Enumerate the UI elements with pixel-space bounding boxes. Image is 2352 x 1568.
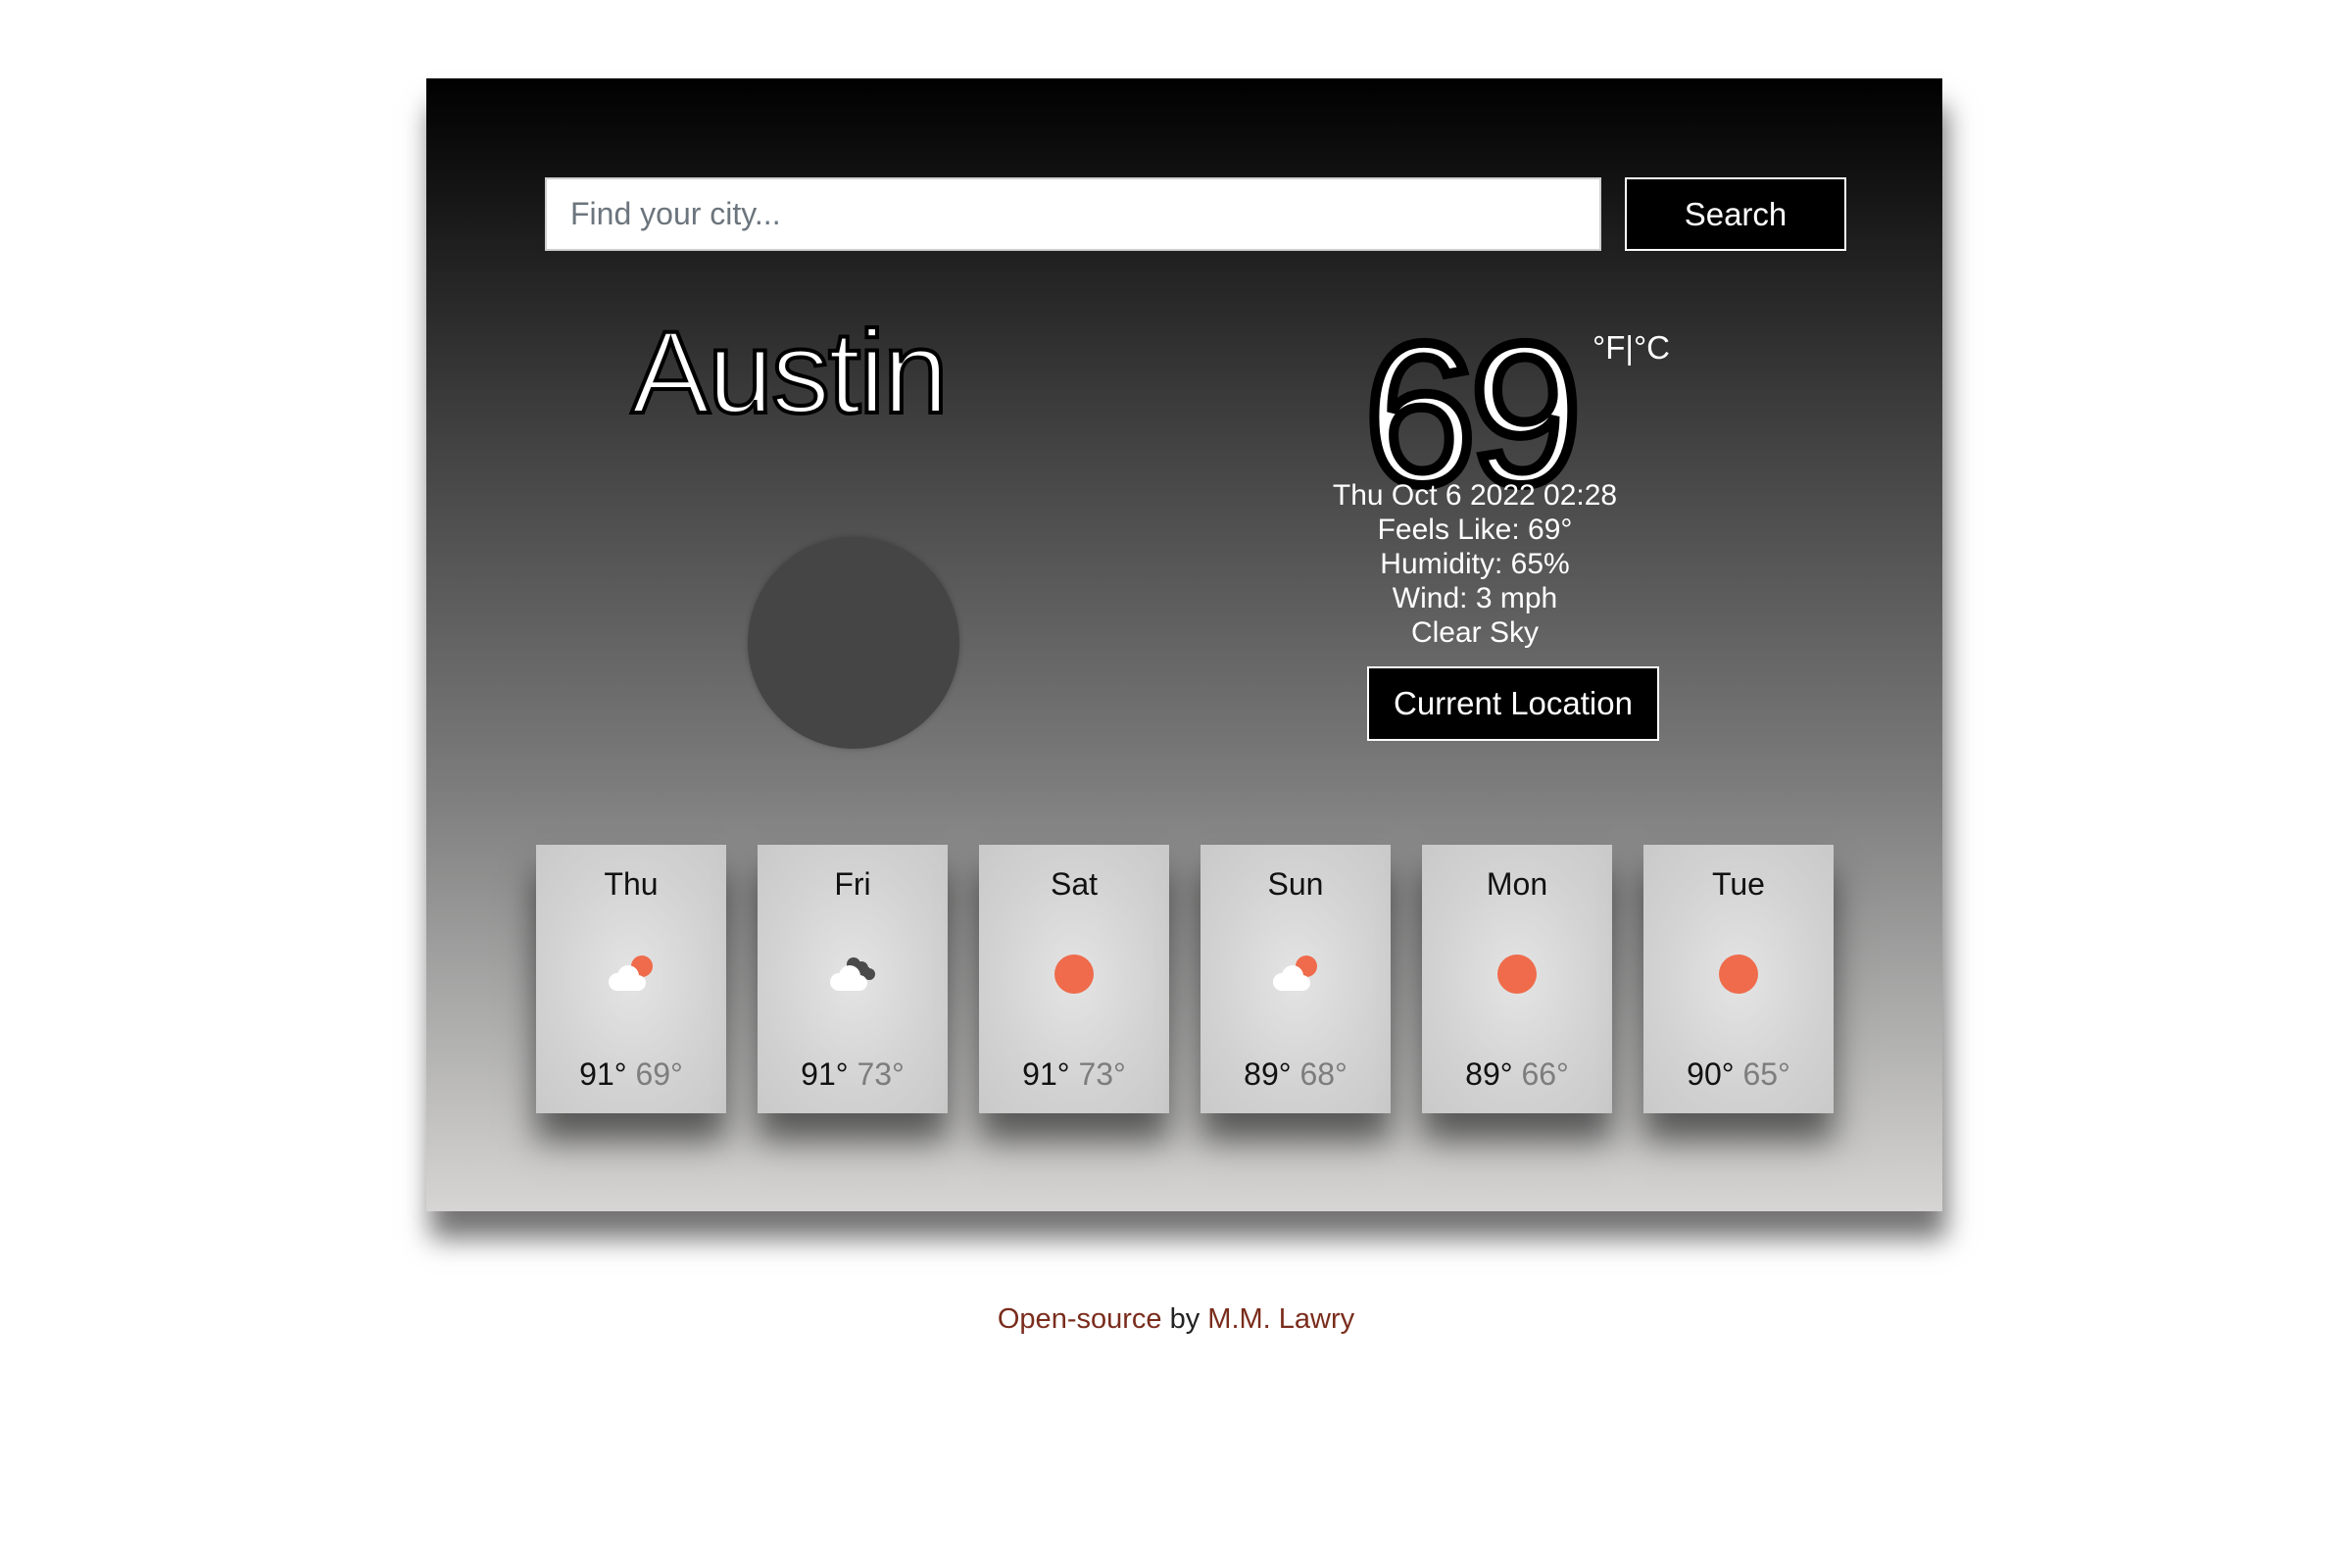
forecast-max: 91° (801, 1056, 849, 1092)
weather-icon-placeholder (748, 537, 959, 749)
celsius-link[interactable]: °C (1634, 329, 1670, 366)
forecast-card: Mon 89° 66° (1422, 845, 1612, 1113)
forecast-row: Thu 91° 69° Fri 91° 73° Sat 91° 73° Sun … (536, 845, 1834, 1113)
few-clouds-day-icon (609, 956, 653, 991)
forecast-min: 73° (857, 1056, 905, 1092)
forecast-card: Sat 91° 73° (979, 845, 1169, 1113)
forecast-min: 68° (1299, 1056, 1348, 1092)
forecast-temps: 89° 66° (1422, 1056, 1612, 1093)
weather-app-card: Search Austin 69 °F|°C Thu Oct 6 2022 02… (426, 78, 1942, 1211)
few-clouds-day-icon (1273, 956, 1317, 991)
forecast-temps: 89° 68° (1200, 1056, 1391, 1093)
unit-separator: | (1625, 329, 1634, 366)
city-name: Austin (629, 307, 951, 438)
current-location-button[interactable]: Current Location (1367, 666, 1659, 741)
forecast-min: 69° (635, 1056, 683, 1092)
fahrenheit-link[interactable]: °F (1592, 329, 1625, 366)
clear-sky-sun-icon (1719, 955, 1758, 994)
forecast-card: Sun 89° 68° (1200, 845, 1391, 1113)
forecast-temps: 91° 73° (979, 1056, 1169, 1093)
clear-sky-sun-icon (1054, 955, 1094, 994)
broken-clouds-icon (830, 957, 875, 991)
forecast-day: Tue (1712, 866, 1765, 902)
search-input[interactable] (545, 177, 1601, 251)
weather-description: Clear Sky (1410, 616, 1540, 649)
open-source-link[interactable]: Open-source (998, 1303, 1162, 1335)
forecast-card: Thu 91° 69° (536, 845, 726, 1113)
forecast-day: Mon (1486, 866, 1548, 902)
humidity: Humidity: 65% (1380, 548, 1570, 580)
wind-speed: Wind: 3 mph (1392, 582, 1558, 614)
forecast-max: 89° (1465, 1056, 1513, 1092)
forecast-day: Sun (1267, 866, 1324, 902)
forecast-max: 91° (1022, 1056, 1070, 1092)
forecast-max: 90° (1687, 1056, 1735, 1092)
weather-details: Thu Oct 6 2022 02:28 Feels Like: 69° Hum… (1289, 478, 1661, 650)
forecast-min: 65° (1742, 1056, 1790, 1092)
feels-like: Feels Like: 69° (1377, 514, 1573, 546)
forecast-max: 91° (579, 1056, 627, 1092)
forecast-day: Fri (834, 866, 871, 902)
unit-toggle: °F|°C (1592, 329, 1670, 367)
forecast-day: Thu (604, 866, 659, 902)
forecast-min: 66° (1521, 1056, 1569, 1092)
footer: Open-source by M.M. Lawry (0, 1303, 2352, 1336)
forecast-temps: 90° 65° (1643, 1056, 1834, 1093)
date-time: Thu Oct 6 2022 02:28 (1332, 479, 1618, 512)
author-link[interactable]: M.M. Lawry (1207, 1303, 1354, 1335)
forecast-max: 89° (1244, 1056, 1292, 1092)
forecast-card: Fri 91° 73° (758, 845, 948, 1113)
search-button[interactable]: Search (1625, 177, 1846, 251)
footer-by-text: by (1161, 1303, 1208, 1335)
forecast-card: Tue 90° 65° (1643, 845, 1834, 1113)
forecast-temps: 91° 73° (758, 1056, 948, 1093)
clear-sky-sun-icon (1497, 955, 1537, 994)
forecast-temps: 91° 69° (536, 1056, 726, 1093)
forecast-min: 73° (1078, 1056, 1126, 1092)
forecast-day: Sat (1050, 866, 1099, 902)
